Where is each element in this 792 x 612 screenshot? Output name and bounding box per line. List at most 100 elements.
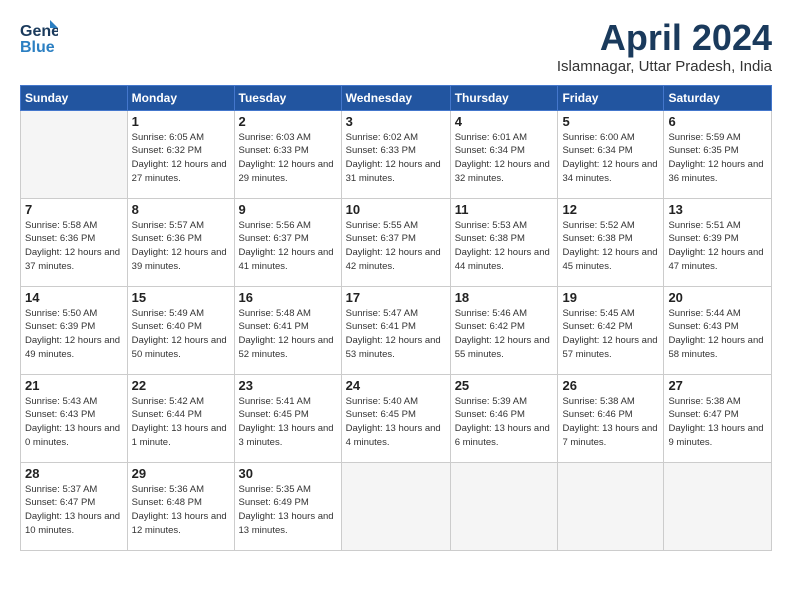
calendar-cell: 14 Sunrise: 5:50 AM Sunset: 6:39 PM Dayli… [21, 286, 128, 374]
day-number: 14 [25, 290, 123, 305]
day-number: 4 [455, 114, 554, 129]
day-number: 15 [132, 290, 230, 305]
day-info: Sunrise: 5:42 AM Sunset: 6:44 PM Dayligh… [132, 395, 230, 450]
day-info: Sunrise: 5:52 AM Sunset: 6:38 PM Dayligh… [562, 219, 659, 274]
day-number: 23 [239, 378, 337, 393]
day-info: Sunrise: 5:39 AM Sunset: 6:46 PM Dayligh… [455, 395, 554, 450]
calendar-cell: 6 Sunrise: 5:59 AM Sunset: 6:35 PM Daylig… [664, 110, 772, 198]
day-info: Sunrise: 5:43 AM Sunset: 6:43 PM Dayligh… [25, 395, 123, 450]
day-number: 6 [668, 114, 767, 129]
calendar-cell: 22 Sunrise: 5:42 AM Sunset: 6:44 PM Dayli… [127, 374, 234, 462]
location-subtitle: Islamnagar, Uttar Pradesh, India [557, 58, 772, 75]
day-info: Sunrise: 5:51 AM Sunset: 6:39 PM Dayligh… [668, 219, 767, 274]
day-number: 12 [562, 202, 659, 217]
day-number: 22 [132, 378, 230, 393]
day-info: Sunrise: 5:59 AM Sunset: 6:35 PM Dayligh… [668, 131, 767, 186]
calendar-cell: 4 Sunrise: 6:01 AM Sunset: 6:34 PM Daylig… [450, 110, 558, 198]
calendar-cell [341, 462, 450, 550]
day-number: 29 [132, 466, 230, 481]
day-info: Sunrise: 5:50 AM Sunset: 6:39 PM Dayligh… [25, 307, 123, 362]
day-number: 3 [346, 114, 446, 129]
month-title: April 2024 [557, 18, 772, 58]
svg-text:Blue: Blue [20, 39, 55, 56]
day-number: 13 [668, 202, 767, 217]
day-number: 19 [562, 290, 659, 305]
calendar-cell: 20 Sunrise: 5:44 AM Sunset: 6:43 PM Dayli… [664, 286, 772, 374]
calendar-cell: 8 Sunrise: 5:57 AM Sunset: 6:36 PM Daylig… [127, 198, 234, 286]
day-info: Sunrise: 6:01 AM Sunset: 6:34 PM Dayligh… [455, 131, 554, 186]
weekday-header-sunday: Sunday [21, 85, 128, 110]
calendar-cell: 9Sunrise: 5:56 AM Sunset: 6:37 PM Daylig… [234, 198, 341, 286]
title-block: April 2024 Islamnagar, Uttar Pradesh, In… [557, 18, 772, 75]
calendar-cell [21, 110, 128, 198]
day-number: 21 [25, 378, 123, 393]
day-number: 17 [346, 290, 446, 305]
day-info: Sunrise: 6:05 AM Sunset: 6:32 PM Dayligh… [132, 131, 230, 186]
calendar-cell: 3 Sunrise: 6:02 AM Sunset: 6:33 PM Daylig… [341, 110, 450, 198]
logo-icon: General Blue [20, 18, 58, 58]
calendar-cell: 25 Sunrise: 5:39 AM Sunset: 6:46 PM Dayli… [450, 374, 558, 462]
day-number: 7 [25, 202, 123, 217]
day-info: Sunrise: 5:53 AM Sunset: 6:38 PM Dayligh… [455, 219, 554, 274]
day-info: Sunrise: 6:02 AM Sunset: 6:33 PM Dayligh… [346, 131, 446, 186]
calendar-cell: 5Sunrise: 6:00 AM Sunset: 6:34 PM Daylig… [558, 110, 664, 198]
calendar-cell: 18 Sunrise: 5:46 AM Sunset: 6:42 PM Dayli… [450, 286, 558, 374]
day-info: Sunrise: 5:36 AM Sunset: 6:48 PM Dayligh… [132, 483, 230, 538]
day-info: Sunrise: 5:48 AM Sunset: 6:41 PM Dayligh… [239, 307, 337, 362]
day-info: Sunrise: 5:41 AM Sunset: 6:45 PM Dayligh… [239, 395, 337, 450]
day-number: 28 [25, 466, 123, 481]
logo: General Blue [20, 18, 58, 58]
day-info: Sunrise: 5:49 AM Sunset: 6:40 PM Dayligh… [132, 307, 230, 362]
day-info: Sunrise: 5:46 AM Sunset: 6:42 PM Dayligh… [455, 307, 554, 362]
day-number: 20 [668, 290, 767, 305]
calendar-cell: 13 Sunrise: 5:51 AM Sunset: 6:39 PM Dayli… [664, 198, 772, 286]
day-info: Sunrise: 5:58 AM Sunset: 6:36 PM Dayligh… [25, 219, 123, 274]
calendar-cell [558, 462, 664, 550]
calendar-cell: 27 Sunrise: 5:38 AM Sunset: 6:47 PM Dayli… [664, 374, 772, 462]
calendar-cell: 21 Sunrise: 5:43 AM Sunset: 6:43 PM Dayli… [21, 374, 128, 462]
page: General Blue April 2024 Islamnagar, Utta… [0, 0, 792, 612]
day-number: 8 [132, 202, 230, 217]
day-number: 2 [239, 114, 337, 129]
day-info: Sunrise: 5:37 AM Sunset: 6:47 PM Dayligh… [25, 483, 123, 538]
day-number: 9 [239, 202, 337, 217]
day-info: Sunrise: 5:44 AM Sunset: 6:43 PM Dayligh… [668, 307, 767, 362]
day-info: Sunrise: 5:38 AM Sunset: 6:46 PM Dayligh… [562, 395, 659, 450]
calendar-cell: 7 Sunrise: 5:58 AM Sunset: 6:36 PM Daylig… [21, 198, 128, 286]
weekday-header-monday: Monday [127, 85, 234, 110]
calendar-cell: 15 Sunrise: 5:49 AM Sunset: 6:40 PM Dayli… [127, 286, 234, 374]
day-info: Sunrise: 5:40 AM Sunset: 6:45 PM Dayligh… [346, 395, 446, 450]
weekday-header-tuesday: Tuesday [234, 85, 341, 110]
calendar-cell: 12 Sunrise: 5:52 AM Sunset: 6:38 PM Dayli… [558, 198, 664, 286]
calendar-cell: 23 Sunrise: 5:41 AM Sunset: 6:45 PM Dayli… [234, 374, 341, 462]
day-number: 16 [239, 290, 337, 305]
calendar-cell: 29 Sunrise: 5:36 AM Sunset: 6:48 PM Dayli… [127, 462, 234, 550]
calendar-cell: 16 Sunrise: 5:48 AM Sunset: 6:41 PM Dayli… [234, 286, 341, 374]
day-number: 25 [455, 378, 554, 393]
day-number: 30 [239, 466, 337, 481]
calendar-cell [664, 462, 772, 550]
calendar-cell: 1 Sunrise: 6:05 AM Sunset: 6:32 PM Daylig… [127, 110, 234, 198]
day-info: Sunrise: 5:38 AM Sunset: 6:47 PM Dayligh… [668, 395, 767, 450]
weekday-header-wednesday: Wednesday [341, 85, 450, 110]
weekday-header-friday: Friday [558, 85, 664, 110]
day-info: Sunrise: 5:45 AM Sunset: 6:42 PM Dayligh… [562, 307, 659, 362]
day-info: Sunrise: 5:55 AM Sunset: 6:37 PM Dayligh… [346, 219, 446, 274]
day-number: 18 [455, 290, 554, 305]
day-info: Sunrise: 5:35 AM Sunset: 6:49 PM Dayligh… [239, 483, 337, 538]
day-number: 27 [668, 378, 767, 393]
weekday-header-thursday: Thursday [450, 85, 558, 110]
header: General Blue April 2024 Islamnagar, Utta… [20, 18, 772, 75]
day-info: Sunrise: 6:00 AM Sunset: 6:34 PM Dayligh… [562, 131, 659, 186]
weekday-header-saturday: Saturday [664, 85, 772, 110]
day-info: Sunrise: 5:57 AM Sunset: 6:36 PM Dayligh… [132, 219, 230, 274]
calendar-cell: 24 Sunrise: 5:40 AM Sunset: 6:45 PM Dayli… [341, 374, 450, 462]
day-info: Sunrise: 5:47 AM Sunset: 6:41 PM Dayligh… [346, 307, 446, 362]
calendar-cell: 28 Sunrise: 5:37 AM Sunset: 6:47 PM Dayli… [21, 462, 128, 550]
calendar-cell [450, 462, 558, 550]
calendar-table: SundayMondayTuesdayWednesdayThursdayFrid… [20, 85, 772, 551]
calendar-cell: 11 Sunrise: 5:53 AM Sunset: 6:38 PM Dayli… [450, 198, 558, 286]
day-number: 1 [132, 114, 230, 129]
day-number: 11 [455, 202, 554, 217]
day-number: 24 [346, 378, 446, 393]
